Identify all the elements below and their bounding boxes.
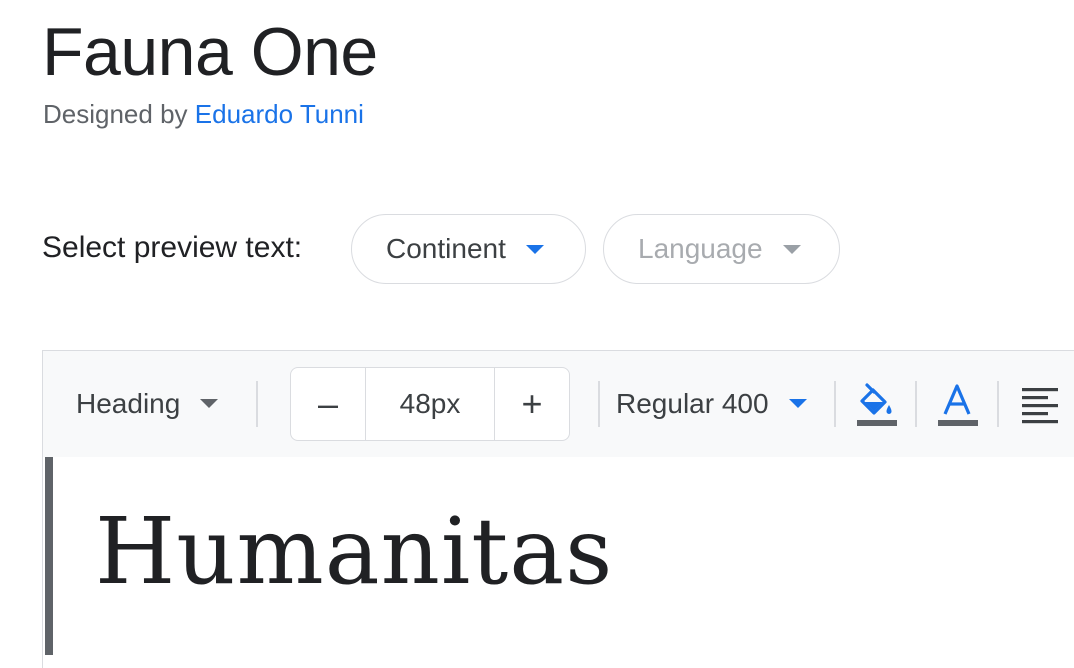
- weight-dropdown[interactable]: Regular 400: [616, 351, 807, 456]
- toolbar-divider: [834, 381, 836, 427]
- toolbar-divider: [915, 381, 917, 427]
- toolbar-divider: [598, 381, 600, 427]
- continent-dropdown[interactable]: Continent: [351, 214, 586, 284]
- toolbar-divider: [997, 381, 999, 427]
- font-specimen-page: Fauna One Designed by Eduardo Tunni Sele…: [0, 0, 1074, 668]
- weight-label: Regular 400: [616, 387, 769, 419]
- preview-area: Humanitas: [42, 457, 1074, 668]
- toolbar-divider: [256, 381, 258, 427]
- designer-link[interactable]: Eduardo Tunni: [195, 99, 364, 129]
- minus-icon: –: [317, 383, 339, 424]
- designer-credit: Designed by Eduardo Tunni: [43, 98, 364, 130]
- style-label: Heading: [76, 387, 181, 419]
- background-color-button[interactable]: [851, 379, 901, 431]
- align-left-icon: [1022, 388, 1058, 424]
- chevron-down-icon: [525, 244, 544, 254]
- increase-size-button[interactable]: +: [494, 368, 569, 440]
- font-size-value[interactable]: 48px: [366, 368, 494, 440]
- language-dropdown[interactable]: Language: [603, 214, 840, 284]
- alignment-button[interactable]: [1014, 379, 1064, 431]
- chevron-down-icon: [782, 244, 801, 254]
- style-dropdown[interactable]: Heading: [76, 351, 219, 456]
- plus-icon: +: [521, 383, 543, 424]
- preview-text-editor[interactable]: Humanitas: [95, 497, 613, 607]
- chevron-down-icon: [200, 399, 219, 408]
- paint-bucket-icon: [857, 383, 897, 426]
- decrease-size-button[interactable]: –: [291, 368, 366, 440]
- chevron-down-icon: [788, 399, 807, 408]
- font-title: Fauna One: [42, 14, 378, 90]
- focus-indicator: [45, 457, 53, 655]
- continent-label: Continent: [386, 233, 506, 264]
- preview-text-label: Select preview text:: [42, 231, 303, 264]
- preview-toolbar: Heading – 48px + Regular 400: [42, 350, 1074, 457]
- text-color-icon: [938, 384, 978, 426]
- text-color-button[interactable]: [932, 379, 982, 431]
- designer-prefix: Designed by: [43, 99, 195, 129]
- font-size-stepper: – 48px +: [290, 367, 570, 441]
- language-label: Language: [638, 233, 763, 264]
